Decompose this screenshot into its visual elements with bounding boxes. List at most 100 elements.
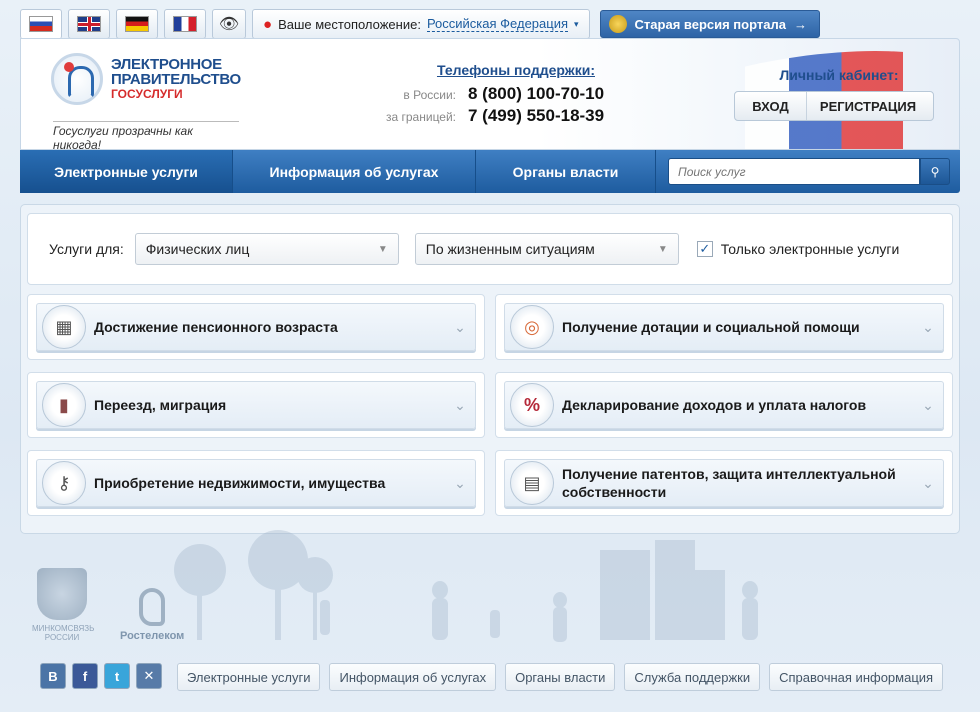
category-label: Приобретение недвижимости, имущества [94, 475, 386, 491]
login-button[interactable]: ВХОД [735, 92, 807, 120]
map-pin-icon: ● [263, 15, 273, 33]
social-links: В f t ✕ [40, 663, 162, 689]
cabinet-buttons: ВХОД РЕГИСТРАЦИЯ [734, 91, 934, 121]
category-label: Получение патентов, защита интеллектуаль… [562, 466, 896, 500]
vk-icon[interactable]: В [40, 663, 66, 689]
filter-label: Услуги для: [49, 241, 124, 257]
search-button[interactable]: ⚲ [920, 158, 950, 185]
phone-number: 7 (499) 550-18-39 [468, 106, 605, 125]
russia-flag-icon [29, 16, 53, 32]
footer-link-support[interactable]: Служба поддержки [624, 663, 761, 691]
chevron-down-icon[interactable]: ⌄ [913, 475, 943, 492]
footer-link-services-info[interactable]: Информация об услугах [329, 663, 497, 691]
electronic-only-toggle[interactable]: ✓ Только электронные услуги [696, 241, 900, 257]
category-label: Получение дотации и социальной помощи [562, 319, 860, 335]
city-silhouette-decoration [174, 530, 758, 642]
site-header: ЭЛЕКТРОННОЕ ПРАВИТЕЛЬСТВО ГОСУСЛУГИ Госу… [20, 38, 960, 150]
audience-select-value: Физических лиц [145, 241, 250, 257]
location-value-link[interactable]: Российская Федерация [426, 16, 569, 32]
chevron-down-icon[interactable]: ⌄ [445, 319, 475, 336]
uk-flag-icon [77, 16, 101, 32]
cabinet-title: Личный кабинет: [779, 67, 899, 83]
chevron-down-icon[interactable]: ⌄ [445, 397, 475, 414]
electronic-only-checkbox[interactable]: ✓ [696, 241, 713, 257]
footer-link-electronic-services[interactable]: Электронные услуги [177, 663, 321, 691]
partner-logos: МИНКОМСВЯЗЬ РОССИИ Ростелеком [32, 568, 184, 642]
electronic-only-label: Только электронные услуги [720, 241, 900, 257]
category-card[interactable]: ▦ Достижение пенсионного возраста ⌄ [27, 294, 485, 360]
footer-links: Электронные услуги Информация об услугах… [177, 663, 944, 691]
top-bar: 👁 ● Ваше местоположение: Российская Феде… [20, 8, 820, 40]
rostelecom-logo[interactable]: Ростелеком [120, 588, 184, 642]
double-headed-eagle-icon [37, 568, 87, 620]
accessibility-eye-button[interactable]: 👁 [212, 9, 246, 39]
lang-de-button[interactable] [116, 9, 158, 39]
services-panel: Услуги для: Физических лиц ▼ По жизненны… [20, 204, 960, 534]
arrow-right-icon: → [793, 16, 807, 32]
nav-electronic-services[interactable]: Электронные услуги [20, 150, 233, 193]
france-flag-icon [173, 16, 197, 32]
phone-label: в России: [403, 88, 456, 102]
germany-flag-icon [125, 16, 149, 32]
audience-select[interactable]: Физических лиц ▼ [134, 233, 399, 265]
dropdown-arrow-icon: ▼ [377, 243, 388, 255]
support-title-link[interactable]: Телефоны поддержки: [416, 62, 616, 78]
lifebuoy-icon: ◎ [510, 305, 554, 349]
gosuslugi-logo-icon [51, 53, 103, 105]
footer-link-reference[interactable]: Справочная информация [769, 663, 944, 691]
phone-number: 8 (800) 100-70-10 [468, 84, 605, 103]
grouping-select-value: По жизненным ситуациям [425, 241, 595, 257]
chevron-down-icon[interactable]: ⌄ [913, 397, 943, 414]
chevron-down-icon[interactable]: ⌄ [445, 475, 475, 492]
category-card[interactable]: ⚷ Приобретение недвижимости, имущества ⌄ [27, 450, 485, 516]
services-filter: Услуги для: Физических лиц ▼ По жизненны… [27, 213, 953, 285]
category-card[interactable]: ▤ Получение патентов, защита интеллектуа… [495, 450, 953, 516]
phone-row-russia: в России: 8 (800) 100-70-10 [386, 84, 616, 104]
location-selector[interactable]: ● Ваше местоположение: Российская Федера… [252, 9, 590, 39]
footer-link-authorities[interactable]: Органы власти [505, 663, 616, 691]
phone-row-abroad: за границей: 7 (499) 550-18-39 [386, 106, 616, 126]
rostelecom-label: Ростелеком [120, 630, 185, 642]
certificate-icon: ▤ [510, 461, 554, 505]
dropdown-arrow-icon: ▼ [657, 243, 668, 255]
rostelecom-mark-icon [139, 588, 166, 626]
slogan: Госуслуги прозрачны как никогда! [53, 121, 239, 149]
nav-services-info[interactable]: Информация об услугах [233, 150, 476, 193]
location-label: Ваше местоположение: [278, 16, 421, 32]
social-network-icon[interactable]: ✕ [136, 663, 162, 689]
lang-fr-button[interactable] [164, 9, 206, 39]
phone-label: за границей: [386, 110, 457, 124]
category-label: Достижение пенсионного возраста [94, 319, 338, 335]
twitter-icon[interactable]: t [104, 663, 130, 689]
register-button[interactable]: РЕГИСТРАЦИЯ [807, 92, 929, 120]
search-box: ⚲ [668, 158, 950, 185]
passport-icon: ▮ [42, 383, 86, 427]
logo-line-2: ПРАВИТЕЛЬСТВО [111, 70, 241, 88]
chevron-down-icon[interactable]: ⌄ [913, 319, 943, 336]
facebook-icon[interactable]: f [72, 663, 98, 689]
category-label: Переезд, миграция [94, 397, 227, 413]
main-nav: Электронные услуги Информация об услугах… [20, 150, 960, 193]
site-logo[interactable]: ЭЛЕКТРОННОЕ ПРАВИТЕЛЬСТВО ГОСУСЛУГИ [51, 53, 241, 105]
nav-authorities[interactable]: Органы власти [476, 150, 656, 193]
category-card[interactable]: ▮ Переезд, миграция ⌄ [27, 372, 485, 438]
ministry-logo[interactable]: МИНКОМСВЯЗЬ РОССИИ [32, 568, 95, 642]
coat-of-arms-icon [608, 15, 627, 33]
old-version-label: Старая версия портала [634, 16, 786, 32]
logo-line-1: ЭЛЕКТРОННОЕ [111, 55, 222, 73]
lang-ru-button[interactable] [20, 9, 62, 39]
ministry-logo-label: МИНКОМСВЯЗЬ РОССИИ [32, 624, 95, 642]
search-input[interactable] [668, 158, 920, 185]
search-icon: ⚲ [930, 164, 940, 179]
category-card[interactable]: ◎ Получение дотации и социальной помощи … [495, 294, 953, 360]
support-phones: Телефоны поддержки: в России: 8 (800) 10… [386, 62, 616, 126]
category-card[interactable]: % Декларирование доходов и уплата налого… [495, 372, 953, 438]
grouping-select[interactable]: По жизненным ситуациям ▼ [414, 233, 679, 265]
percent-icon: % [510, 383, 554, 427]
lang-en-button[interactable] [68, 9, 110, 39]
dropdown-caret-icon: ▾ [574, 18, 579, 29]
keys-icon: ⚷ [42, 461, 86, 505]
logo-line-3: ГОСУСЛУГИ [111, 86, 183, 101]
old-version-button[interactable]: Старая версия портала → [599, 10, 820, 38]
category-label: Декларирование доходов и уплата налогов [562, 397, 867, 413]
